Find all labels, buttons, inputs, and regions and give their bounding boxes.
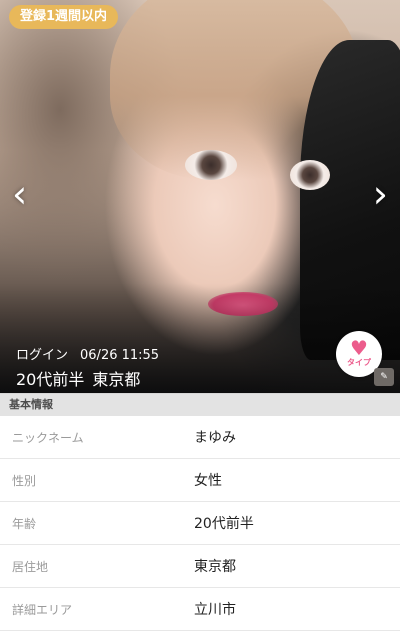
- photo-eye-right: [290, 160, 330, 190]
- type-button-label: タイプ: [347, 358, 371, 367]
- profile-photo[interactable]: 登録1週間以内 ‹ › ログイン 06/26 11:55 20代前半 東京都 ♥ タ…: [0, 0, 400, 393]
- info-row-gender: 性別 女性: [0, 459, 400, 502]
- new-registration-badge: 登録1週間以内: [9, 5, 119, 29]
- photo-eye-left: [185, 150, 237, 180]
- login-time: 06/26 11:55: [80, 348, 160, 363]
- info-row-residence: 居住地 東京都: [0, 545, 400, 588]
- info-label: 詳細エリア: [12, 602, 73, 617]
- info-label: 年齢: [12, 516, 37, 531]
- info-value: 立川市: [194, 602, 236, 618]
- location-text: 東京都: [92, 370, 141, 389]
- photo-corner-icon: ✎: [374, 368, 394, 386]
- info-value: 東京都: [194, 559, 236, 575]
- login-label: ログイン: [16, 348, 69, 363]
- chevron-right-icon[interactable]: ›: [373, 174, 388, 214]
- info-label: 性別: [12, 473, 37, 488]
- age-location: 20代前半 東京都: [16, 366, 140, 390]
- heart-icon: ♥: [350, 336, 368, 360]
- info-row-nickname: ニックネーム まゆみ: [0, 416, 400, 459]
- info-label: 居住地: [12, 559, 49, 574]
- basic-info-header: 基本情報: [0, 393, 400, 416]
- info-label: ニックネーム: [12, 430, 84, 445]
- info-row-detail-area: 詳細エリア 立川市: [0, 588, 400, 631]
- info-value: まゆみ: [194, 430, 236, 446]
- login-info: ログイン 06/26 11:55: [16, 344, 159, 363]
- info-value: 20代前半: [194, 516, 254, 532]
- chevron-left-icon[interactable]: ‹: [12, 174, 27, 214]
- age-text: 20代前半: [16, 370, 85, 389]
- info-row-age: 年齢 20代前半: [0, 502, 400, 545]
- info-value: 女性: [194, 473, 222, 489]
